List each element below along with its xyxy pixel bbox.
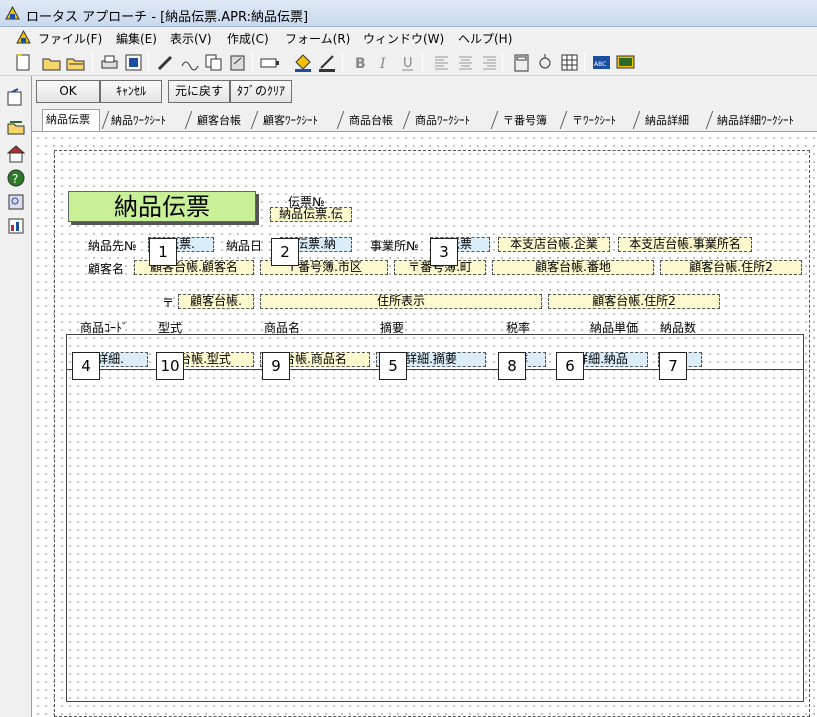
postal-mark-label: 〒 bbox=[162, 296, 175, 310]
app-icon bbox=[5, 5, 20, 21]
svg-text:I: I bbox=[379, 56, 386, 72]
design-mode-icon[interactable] bbox=[6, 116, 26, 136]
detail-repeating-panel[interactable] bbox=[66, 334, 804, 702]
menu-create[interactable]: 作成(C) bbox=[227, 30, 269, 47]
browse-mode-icon[interactable] bbox=[6, 88, 26, 108]
undo-button[interactable]: 元に戻す bbox=[168, 80, 230, 103]
tab-shouhin-daichou[interactable]: 商品台帳 bbox=[346, 111, 393, 130]
tab-shouhin-worksheet[interactable]: 商品ﾜｰｸｼｰﾄ bbox=[412, 111, 470, 130]
tab-order-badge[interactable]: 2 bbox=[271, 238, 299, 266]
title-bar: ロータス アプローチ - [納品伝票.APR:納品伝票] bbox=[0, 0, 817, 27]
edit-pen-icon[interactable] bbox=[154, 51, 175, 72]
address2b-field[interactable]: 顧客台帳.住所2 bbox=[548, 294, 720, 309]
office-no-label: 事業所№ bbox=[370, 239, 419, 253]
menu-edit[interactable]: 編集(E) bbox=[116, 30, 157, 47]
street-field[interactable]: 顧客台帳.番地 bbox=[492, 260, 654, 275]
command-button-bar: OK ｷｬﾝｾﾙ 元に戻す ﾀﾌﾞのｸﾘｱ bbox=[32, 76, 817, 106]
paste-icon[interactable] bbox=[226, 51, 247, 72]
report-icon[interactable] bbox=[6, 216, 26, 236]
postal-field[interactable]: 顧客台帳. bbox=[178, 294, 254, 309]
clear-tab-order-button[interactable]: ﾀﾌﾞのｸﾘｱ bbox=[230, 80, 292, 103]
find-icon[interactable] bbox=[6, 192, 26, 212]
menu-file[interactable]: ファイル(F) bbox=[38, 30, 102, 47]
delivery-date-label: 納品日 bbox=[226, 239, 263, 253]
tab-order-badge[interactable]: 1 bbox=[149, 238, 177, 266]
spellcheck-icon[interactable]: ABC bbox=[590, 51, 611, 72]
open-icon[interactable] bbox=[40, 51, 61, 72]
svg-text:U: U bbox=[403, 56, 413, 71]
tab-order-badge[interactable]: 7 bbox=[659, 352, 687, 380]
fill-color-icon[interactable] bbox=[292, 51, 313, 72]
menu-window[interactable]: ウィンドウ(W) bbox=[363, 30, 444, 47]
tab-kokyaku-worksheet[interactable]: 顧客ﾜｰｸｼｰﾄ bbox=[260, 111, 318, 130]
print-icon[interactable] bbox=[98, 51, 119, 72]
align-right-icon[interactable] bbox=[478, 51, 499, 72]
tab-order-badge[interactable]: 4 bbox=[72, 352, 100, 380]
document-icon[interactable] bbox=[16, 29, 31, 45]
ok-button[interactable]: OK bbox=[36, 80, 100, 103]
left-tool-palette: ? bbox=[0, 76, 32, 717]
tab-nouhin-shousai[interactable]: 納品詳細 bbox=[642, 111, 689, 130]
field-pen-icon[interactable] bbox=[178, 51, 199, 72]
tab-nouhin-worksheet[interactable]: 納品ﾜｰｸｼｰﾄ bbox=[108, 111, 166, 130]
align-left-icon[interactable] bbox=[430, 51, 451, 72]
button-tool-icon[interactable] bbox=[258, 51, 279, 72]
window-title: ロータス アプローチ - [納品伝票.APR:納品伝票] bbox=[26, 10, 309, 25]
open-folder-icon[interactable] bbox=[64, 51, 85, 72]
tab-yuubin-worksheet[interactable]: 〒ﾜｰｸｼｰﾄ bbox=[569, 111, 616, 130]
toolbar: B I U ABC bbox=[0, 48, 817, 76]
tab-order-badge[interactable]: 10 bbox=[156, 352, 184, 380]
address2-field[interactable]: 顧客台帳.住所2 bbox=[660, 260, 802, 275]
menu-form[interactable]: フォーム(R) bbox=[285, 30, 350, 47]
menu-bar: ファイル(F) 編集(E) 表示(V) 作成(C) フォーム(R) ウィンドウ(… bbox=[0, 27, 817, 48]
help-icon[interactable]: ? bbox=[6, 168, 26, 188]
office-name-field[interactable]: 本支店台帳.事業所名 bbox=[618, 237, 752, 252]
delivery-to-no-label: 納品先№ bbox=[88, 239, 137, 253]
print-preview-icon[interactable] bbox=[122, 51, 143, 72]
tab-order-badge[interactable]: 8 bbox=[498, 352, 526, 380]
cancel-button[interactable]: ｷｬﾝｾﾙ bbox=[100, 80, 162, 103]
home-icon[interactable] bbox=[6, 144, 26, 164]
tab-nouhin-denpyo[interactable]: 納品伝票 bbox=[42, 109, 100, 131]
tab-order-badge[interactable]: 3 bbox=[430, 238, 458, 266]
form-design-canvas[interactable]: 納品伝票 伝票№ 納品伝票.伝 納品先№ 伝票. 納品日 伝票.納 事業所№ 伝… bbox=[32, 131, 817, 717]
menu-help[interactable]: ヘルプ(H) bbox=[458, 30, 512, 47]
address-display-field[interactable]: 住所表示 bbox=[260, 294, 542, 309]
menu-view[interactable]: 表示(V) bbox=[170, 30, 212, 47]
bold-icon[interactable]: B bbox=[348, 51, 369, 72]
align-center-icon[interactable] bbox=[454, 51, 475, 72]
calculator-icon[interactable] bbox=[510, 51, 531, 72]
underline-icon[interactable]: U bbox=[396, 51, 417, 72]
grid-icon[interactable] bbox=[558, 51, 579, 72]
customer-name-label: 顧客名 bbox=[88, 262, 125, 276]
copy-icon[interactable] bbox=[202, 51, 223, 72]
svg-text:?: ? bbox=[12, 172, 18, 186]
display-icon[interactable] bbox=[614, 51, 635, 72]
tab-order-badge[interactable]: 9 bbox=[262, 352, 290, 380]
tab-kokyaku-daichou[interactable]: 顧客台帳 bbox=[194, 111, 241, 130]
line-color-icon[interactable] bbox=[316, 51, 337, 72]
tab-order-badge[interactable]: 6 bbox=[556, 352, 584, 380]
form-title[interactable]: 納品伝票 bbox=[68, 191, 256, 222]
magic-icon[interactable] bbox=[534, 51, 555, 72]
new-icon[interactable] bbox=[12, 51, 33, 72]
svg-text:ABC: ABC bbox=[594, 61, 606, 68]
italic-icon[interactable]: I bbox=[372, 51, 393, 72]
view-tabs: 納品伝票 納品ﾜｰｸｼｰﾄ 顧客台帳 顧客ﾜｰｸｼｰﾄ 商品台帳 商品ﾜｰｸｼｰ… bbox=[32, 106, 817, 131]
tab-yuubin-bangou[interactable]: 〒番号簿 bbox=[500, 111, 547, 130]
tab-order-badge[interactable]: 5 bbox=[379, 352, 407, 380]
svg-text:B: B bbox=[355, 56, 366, 72]
slip-no-field[interactable]: 納品伝票.伝 bbox=[270, 207, 352, 222]
tab-nouhin-shousai-worksheet[interactable]: 納品詳細ﾜｰｸｼｰﾄ bbox=[714, 111, 794, 130]
company-field[interactable]: 本支店台帳.企業 bbox=[498, 237, 610, 252]
